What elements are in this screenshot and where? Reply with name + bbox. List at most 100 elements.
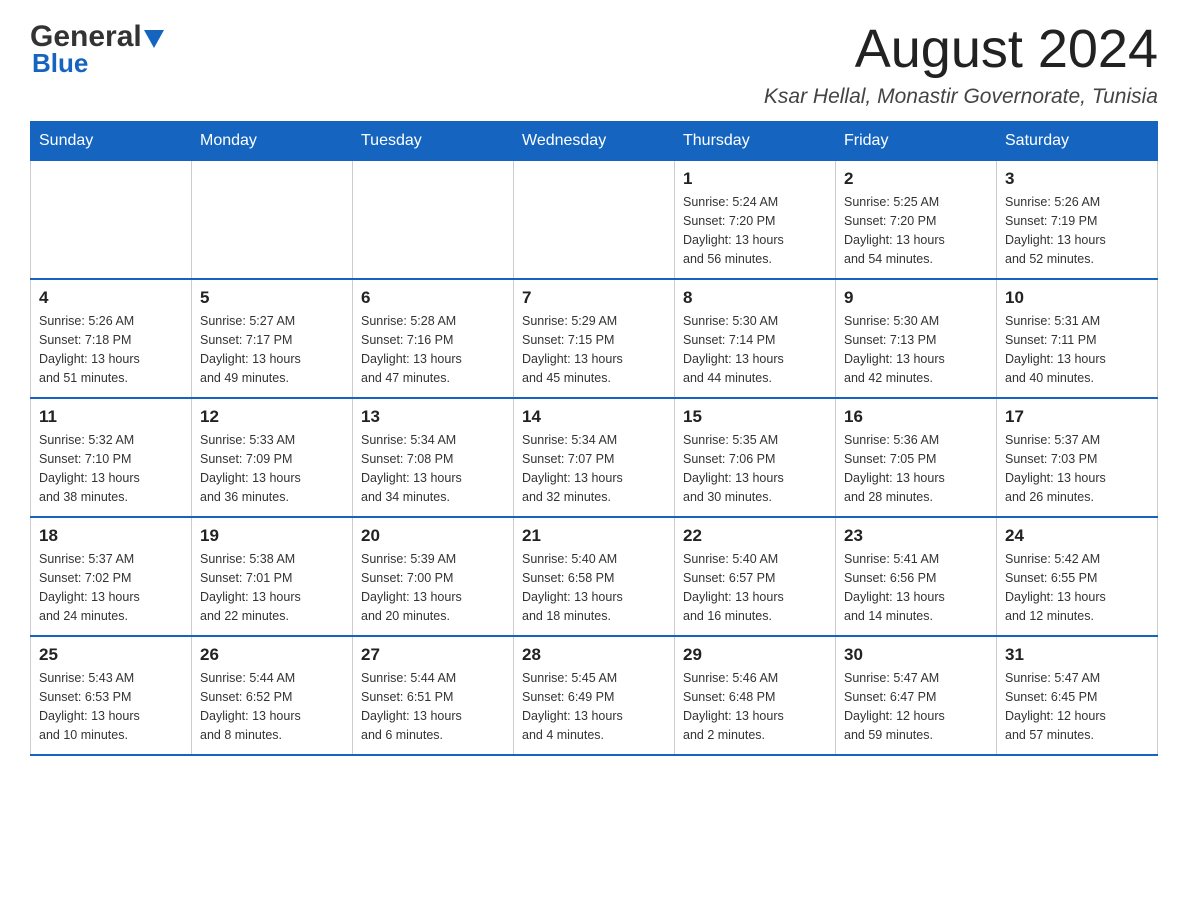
calendar-header-wednesday: Wednesday: [514, 122, 675, 161]
day-info: Sunrise: 5:32 AM Sunset: 7:10 PM Dayligh…: [39, 431, 183, 506]
calendar-cell: 28Sunrise: 5:45 AM Sunset: 6:49 PM Dayli…: [514, 636, 675, 755]
calendar-cell: 9Sunrise: 5:30 AM Sunset: 7:13 PM Daylig…: [836, 279, 997, 398]
calendar-cell: 27Sunrise: 5:44 AM Sunset: 6:51 PM Dayli…: [353, 636, 514, 755]
day-number: 23: [844, 526, 988, 546]
calendar-header-thursday: Thursday: [675, 122, 836, 161]
day-info: Sunrise: 5:28 AM Sunset: 7:16 PM Dayligh…: [361, 312, 505, 387]
day-number: 18: [39, 526, 183, 546]
calendar-cell: 16 Sunrise: 5:36 AM Sunset: 7:05 PM Dayli…: [836, 398, 997, 517]
logo-blue-text: Blue: [32, 48, 88, 79]
day-number: 15: [683, 407, 827, 427]
calendar-cell: 10 Sunrise: 5:31 AM Sunset: 7:11 PM Dayli…: [997, 279, 1158, 398]
day-info: Sunrise: 5:29 AM Sunset: 7:15 PM Dayligh…: [522, 312, 666, 387]
calendar-cell: 12 Sunrise: 5:33 AM Sunset: 7:09 PM Dayli…: [192, 398, 353, 517]
day-info: Sunrise: 5:39 AM Sunset: 7:00 PM Dayligh…: [361, 550, 505, 625]
calendar-week-row: 1 Sunrise: 5:24 AM Sunset: 7:20 PM Daylig…: [31, 161, 1158, 280]
day-info: Sunrise: 5:24 AM Sunset: 7:20 PM Dayligh…: [683, 193, 827, 268]
day-info: Sunrise: 5:36 AM Sunset: 7:05 PM Dayligh…: [844, 431, 988, 506]
calendar-header-sunday: Sunday: [31, 122, 192, 161]
calendar-cell: 30 Sunrise: 5:47 AM Sunset: 6:47 PM Dayli…: [836, 636, 997, 755]
day-number: 17: [1005, 407, 1149, 427]
calendar-header-row: SundayMondayTuesdayWednesdayThursdayFrid…: [31, 122, 1158, 161]
day-info: Sunrise: 5:40 AM Sunset: 6:57 PM Dayligh…: [683, 550, 827, 625]
location-title: Ksar Hellal, Monastir Governorate, Tunis…: [764, 85, 1158, 109]
day-info: Sunrise: 5:44 AM Sunset: 6:52 PM Dayligh…: [200, 669, 344, 744]
day-number: 19: [200, 526, 344, 546]
calendar-header-saturday: Saturday: [997, 122, 1158, 161]
calendar-cell: 8 Sunrise: 5:30 AM Sunset: 7:14 PM Daylig…: [675, 279, 836, 398]
day-number: 25: [39, 645, 183, 665]
day-info: Sunrise: 5:37 AM Sunset: 7:03 PM Dayligh…: [1005, 431, 1149, 506]
day-number: 20: [361, 526, 505, 546]
day-info: Sunrise: 5:30 AM Sunset: 7:14 PM Dayligh…: [683, 312, 827, 387]
calendar-table: SundayMondayTuesdayWednesdayThursdayFrid…: [30, 121, 1158, 756]
day-number: 3: [1005, 169, 1149, 189]
calendar-cell: 11 Sunrise: 5:32 AM Sunset: 7:10 PM Dayli…: [31, 398, 192, 517]
page-header: General Blue August 2024 Ksar Hellal, Mo…: [30, 20, 1158, 109]
day-info: Sunrise: 5:42 AM Sunset: 6:55 PM Dayligh…: [1005, 550, 1149, 625]
calendar-cell: [192, 161, 353, 280]
day-number: 28: [522, 645, 666, 665]
calendar-header-monday: Monday: [192, 122, 353, 161]
calendar-cell: 22 Sunrise: 5:40 AM Sunset: 6:57 PM Dayli…: [675, 517, 836, 636]
day-info: Sunrise: 5:46 AM Sunset: 6:48 PM Dayligh…: [683, 669, 827, 744]
calendar-cell: 14 Sunrise: 5:34 AM Sunset: 7:07 PM Dayli…: [514, 398, 675, 517]
calendar-cell: 3Sunrise: 5:26 AM Sunset: 7:19 PM Daylig…: [997, 161, 1158, 280]
day-number: 6: [361, 288, 505, 308]
calendar-cell: 19Sunrise: 5:38 AM Sunset: 7:01 PM Dayli…: [192, 517, 353, 636]
day-info: Sunrise: 5:33 AM Sunset: 7:09 PM Dayligh…: [200, 431, 344, 506]
calendar-week-row: 11 Sunrise: 5:32 AM Sunset: 7:10 PM Dayli…: [31, 398, 1158, 517]
day-number: 11: [39, 407, 183, 427]
calendar-cell: 23 Sunrise: 5:41 AM Sunset: 6:56 PM Dayli…: [836, 517, 997, 636]
calendar-cell: 18 Sunrise: 5:37 AM Sunset: 7:02 PM Dayli…: [31, 517, 192, 636]
day-number: 1: [683, 169, 827, 189]
day-info: Sunrise: 5:37 AM Sunset: 7:02 PM Dayligh…: [39, 550, 183, 625]
month-title: August 2024: [764, 20, 1158, 79]
day-number: 22: [683, 526, 827, 546]
calendar-cell: 26 Sunrise: 5:44 AM Sunset: 6:52 PM Dayli…: [192, 636, 353, 755]
calendar-week-row: 4 Sunrise: 5:26 AM Sunset: 7:18 PM Daylig…: [31, 279, 1158, 398]
day-info: Sunrise: 5:31 AM Sunset: 7:11 PM Dayligh…: [1005, 312, 1149, 387]
day-number: 5: [200, 288, 344, 308]
day-info: Sunrise: 5:40 AM Sunset: 6:58 PM Dayligh…: [522, 550, 666, 625]
day-number: 30: [844, 645, 988, 665]
calendar-cell: 31Sunrise: 5:47 AM Sunset: 6:45 PM Dayli…: [997, 636, 1158, 755]
logo-triangle-icon: [144, 30, 164, 48]
calendar-cell: 21Sunrise: 5:40 AM Sunset: 6:58 PM Dayli…: [514, 517, 675, 636]
day-info: Sunrise: 5:35 AM Sunset: 7:06 PM Dayligh…: [683, 431, 827, 506]
day-info: Sunrise: 5:34 AM Sunset: 7:08 PM Dayligh…: [361, 431, 505, 506]
day-number: 4: [39, 288, 183, 308]
day-info: Sunrise: 5:41 AM Sunset: 6:56 PM Dayligh…: [844, 550, 988, 625]
day-info: Sunrise: 5:25 AM Sunset: 7:20 PM Dayligh…: [844, 193, 988, 268]
calendar-cell: [353, 161, 514, 280]
calendar-cell: 7 Sunrise: 5:29 AM Sunset: 7:15 PM Daylig…: [514, 279, 675, 398]
calendar-cell: 2 Sunrise: 5:25 AM Sunset: 7:20 PM Daylig…: [836, 161, 997, 280]
calendar-cell: 24 Sunrise: 5:42 AM Sunset: 6:55 PM Dayli…: [997, 517, 1158, 636]
calendar-cell: 25Sunrise: 5:43 AM Sunset: 6:53 PM Dayli…: [31, 636, 192, 755]
day-number: 12: [200, 407, 344, 427]
calendar-cell: 13 Sunrise: 5:34 AM Sunset: 7:08 PM Dayli…: [353, 398, 514, 517]
calendar-cell: 29Sunrise: 5:46 AM Sunset: 6:48 PM Dayli…: [675, 636, 836, 755]
day-number: 7: [522, 288, 666, 308]
day-info: Sunrise: 5:26 AM Sunset: 7:18 PM Dayligh…: [39, 312, 183, 387]
calendar-header-friday: Friday: [836, 122, 997, 161]
day-number: 26: [200, 645, 344, 665]
calendar-cell: 17 Sunrise: 5:37 AM Sunset: 7:03 PM Dayli…: [997, 398, 1158, 517]
day-number: 16: [844, 407, 988, 427]
day-number: 24: [1005, 526, 1149, 546]
day-info: Sunrise: 5:47 AM Sunset: 6:47 PM Dayligh…: [844, 669, 988, 744]
calendar-cell: 15 Sunrise: 5:35 AM Sunset: 7:06 PM Dayli…: [675, 398, 836, 517]
day-number: 10: [1005, 288, 1149, 308]
day-info: Sunrise: 5:30 AM Sunset: 7:13 PM Dayligh…: [844, 312, 988, 387]
day-number: 13: [361, 407, 505, 427]
title-area: August 2024 Ksar Hellal, Monastir Govern…: [764, 20, 1158, 109]
day-number: 8: [683, 288, 827, 308]
day-number: 27: [361, 645, 505, 665]
calendar-week-row: 18 Sunrise: 5:37 AM Sunset: 7:02 PM Dayli…: [31, 517, 1158, 636]
calendar-week-row: 25Sunrise: 5:43 AM Sunset: 6:53 PM Dayli…: [31, 636, 1158, 755]
calendar-cell: [514, 161, 675, 280]
day-number: 14: [522, 407, 666, 427]
day-info: Sunrise: 5:34 AM Sunset: 7:07 PM Dayligh…: [522, 431, 666, 506]
day-info: Sunrise: 5:47 AM Sunset: 6:45 PM Dayligh…: [1005, 669, 1149, 744]
day-number: 2: [844, 169, 988, 189]
